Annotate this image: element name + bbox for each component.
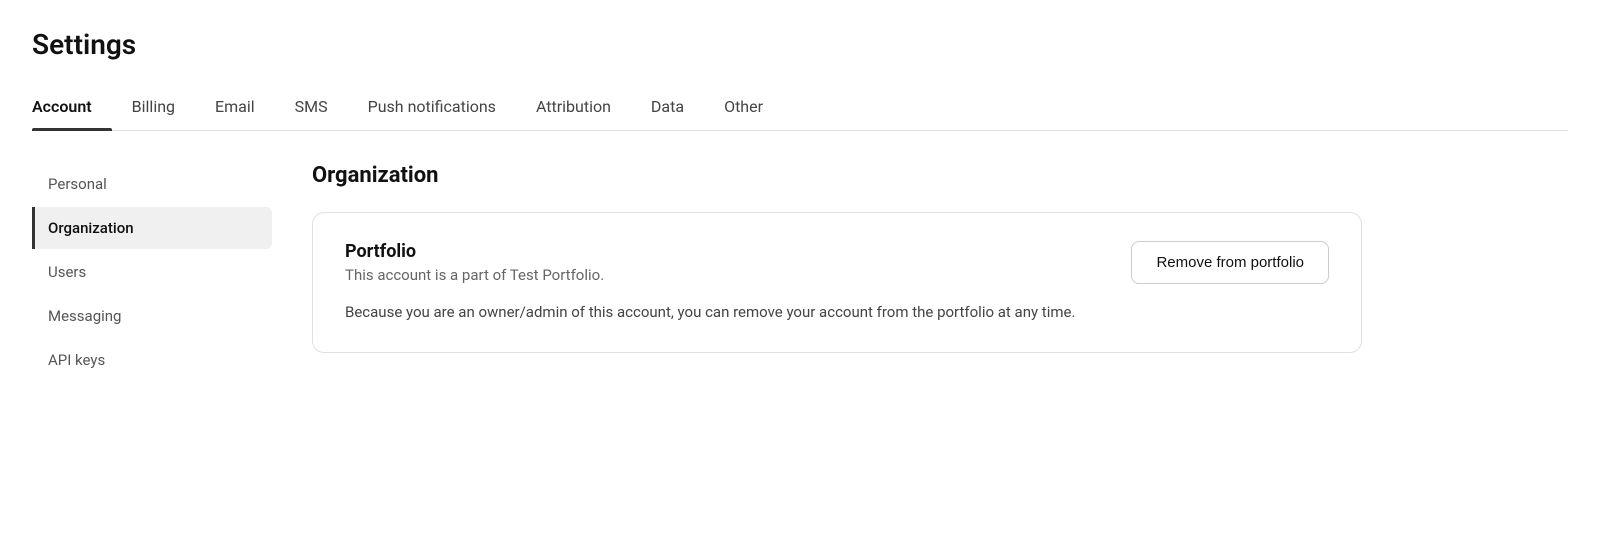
tab-push-notifications[interactable]: Push notifications (348, 85, 516, 130)
card-info: Portfolio This account is a part of Test… (345, 241, 604, 284)
main-panel: Organization Portfolio This account is a… (292, 163, 1568, 383)
tab-billing[interactable]: Billing (112, 85, 195, 130)
remove-from-portfolio-button[interactable]: Remove from portfolio (1131, 241, 1329, 284)
tab-sms[interactable]: SMS (275, 85, 348, 130)
sidebar-item-users[interactable]: Users (32, 251, 272, 293)
sidebar-item-messaging[interactable]: Messaging (32, 295, 272, 337)
content-area: PersonalOrganizationUsersMessagingAPI ke… (0, 131, 1600, 415)
sidebar-item-personal[interactable]: Personal (32, 163, 272, 205)
card-title: Portfolio (345, 241, 604, 262)
page-container: Settings AccountBillingEmailSMSPush noti… (0, 0, 1600, 557)
tab-email[interactable]: Email (195, 85, 275, 130)
tab-data[interactable]: Data (631, 85, 704, 130)
sidebar-item-organization[interactable]: Organization (32, 207, 272, 249)
top-nav: AccountBillingEmailSMSPush notifications… (32, 85, 1568, 131)
header: Settings AccountBillingEmailSMSPush noti… (0, 0, 1600, 131)
portfolio-card: Portfolio This account is a part of Test… (312, 212, 1362, 353)
sidebar: PersonalOrganizationUsersMessagingAPI ke… (32, 163, 292, 383)
sidebar-item-api-keys[interactable]: API keys (32, 339, 272, 381)
tab-other[interactable]: Other (704, 85, 783, 130)
card-header-row: Portfolio This account is a part of Test… (345, 241, 1329, 284)
page-title: Settings (32, 28, 1568, 61)
card-subtitle: This account is a part of Test Portfolio… (345, 266, 604, 284)
tab-attribution[interactable]: Attribution (516, 85, 631, 130)
section-title: Organization (312, 163, 1568, 188)
tab-account[interactable]: Account (32, 85, 112, 130)
card-description: Because you are an owner/admin of this a… (345, 300, 1329, 324)
